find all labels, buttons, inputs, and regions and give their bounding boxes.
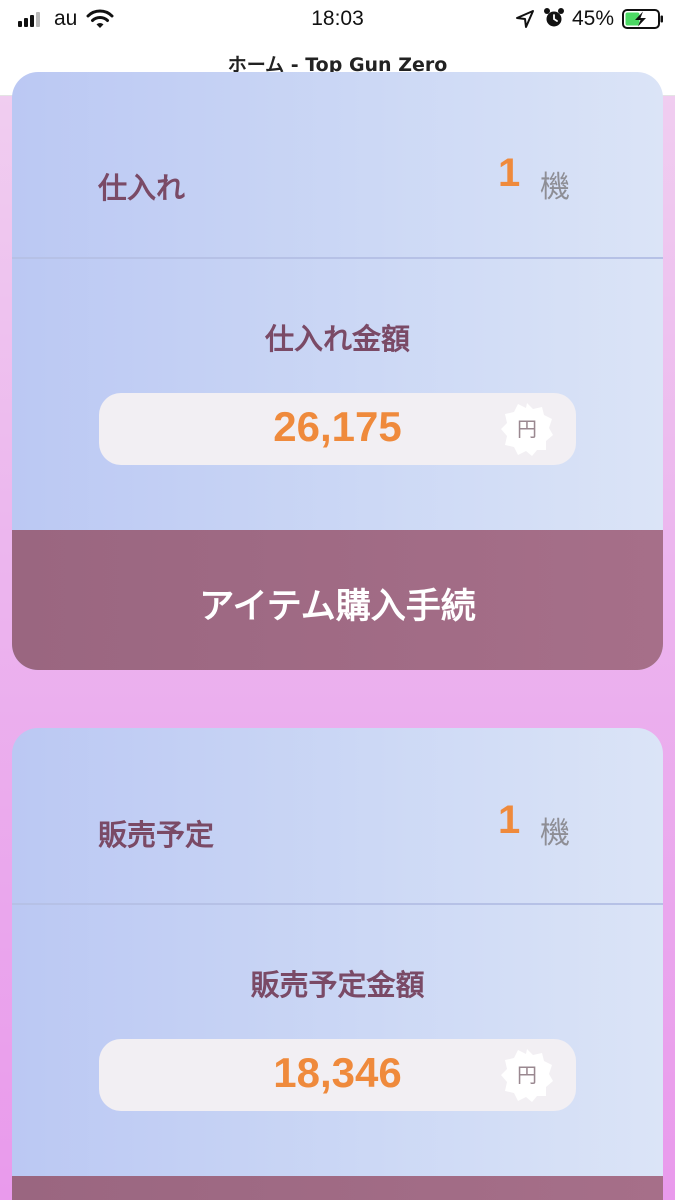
purchase-action-button[interactable]: アイテム購入手続: [12, 530, 663, 670]
sale-amount-label: 販売予定金額: [250, 968, 425, 1002]
purchase-quantity[interactable]: 1: [498, 151, 520, 196]
sale-label: 販売予定: [98, 818, 215, 852]
yen-badge-icon: 円: [499, 401, 555, 457]
yen-badge-icon: 円: [499, 1047, 555, 1103]
sale-quantity-row: 販売予定 1 機: [12, 728, 663, 905]
location-icon: [516, 10, 534, 28]
sale-quantity-unit: 機: [540, 816, 570, 851]
sale-action-button[interactable]: [12, 1176, 663, 1200]
purchase-action-label: アイテム購入手続: [199, 587, 476, 627]
yen-badge-text: 円: [517, 1063, 537, 1087]
sale-quantity[interactable]: 1: [498, 798, 520, 843]
purchase-amount-label: 仕入れ金額: [264, 322, 410, 356]
purchase-quantity-unit: 機: [540, 170, 570, 205]
alarm-icon: [544, 8, 564, 27]
purchase-label: 仕入れ: [98, 171, 186, 205]
sale-amount-field[interactable]: 18,346 円: [99, 1039, 576, 1111]
yen-badge-text: 円: [517, 417, 537, 441]
purchase-quantity-row: 仕入れ 1 機: [12, 72, 663, 259]
status-bar: au 18:03 45%: [0, 0, 675, 40]
sale-card: 販売予定 1 機 販売予定金額 18,346 円: [12, 728, 663, 1200]
purchase-card: 仕入れ 1 機 仕入れ金額 26,175 円 アイテム購入手続: [12, 72, 663, 670]
battery-percent: 45%: [572, 7, 615, 30]
purchase-amount-field[interactable]: 26,175 円: [99, 393, 576, 465]
battery-icon: [622, 9, 663, 29]
